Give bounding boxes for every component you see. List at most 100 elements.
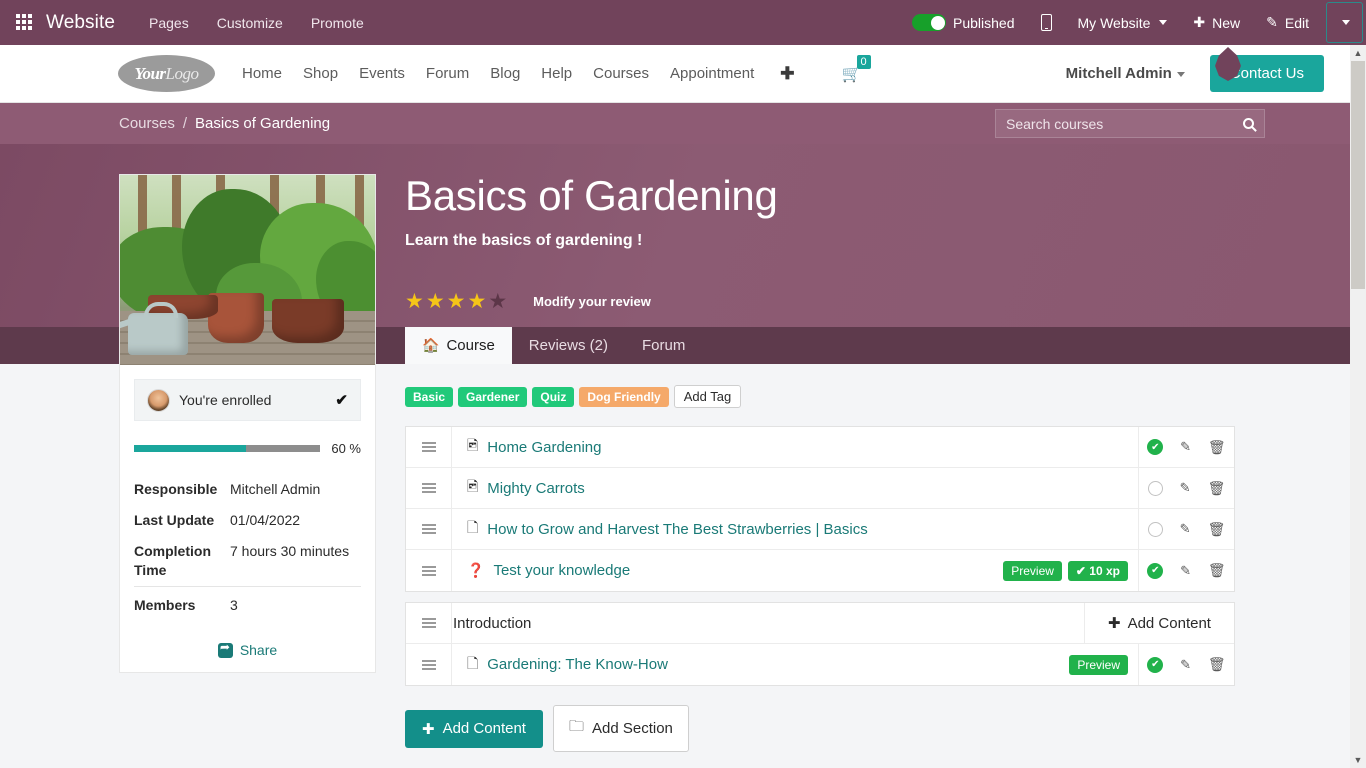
tab-reviews[interactable]: Reviews (2) [512, 327, 625, 364]
course-rating[interactable]: ★ ★ ★ ★ ★ Modify your review [405, 289, 651, 314]
add-content-button[interactable]: ✚ Add Content [405, 710, 543, 748]
pencil-icon[interactable]: ✎ [1180, 563, 1191, 579]
content-link[interactable]: Gardening: The Know-How [487, 656, 668, 673]
drag-handle[interactable] [406, 644, 452, 685]
table-row[interactable]: 🖻 Mighty Carrots ✎ 🗑 [406, 468, 1234, 509]
star-icon-2[interactable]: ★ [426, 289, 445, 314]
enrollment-status: You're enrolled ✔ [134, 379, 361, 421]
preview-badge[interactable]: Preview [1003, 561, 1062, 581]
published-switch[interactable] [912, 14, 946, 31]
table-row[interactable]: 🖻 Home Gardening ✔ ✎ 🗑 [406, 427, 1234, 468]
tab-forum[interactable]: Forum [625, 327, 702, 364]
drag-handle[interactable] [406, 468, 452, 508]
tag-dog-friendly[interactable]: Dog Friendly [579, 387, 668, 407]
content-link[interactable]: Home Gardening [487, 439, 601, 456]
topbar-more-button[interactable] [1326, 2, 1363, 43]
avatar [147, 389, 170, 412]
edit-button[interactable]: ✎ Edit [1253, 0, 1322, 45]
check-circle-icon[interactable] [1148, 522, 1163, 537]
search-input[interactable] [1006, 116, 1243, 132]
meta-key-completion-time: Completion Time [134, 536, 230, 586]
tag-quiz[interactable]: Quiz [532, 387, 574, 407]
app-name: Website [46, 12, 115, 34]
course-sidebar-card: You're enrolled ✔ 60 % Responsible Mitch… [119, 174, 376, 673]
meta-value-completion-time: 7 hours 30 minutes [230, 536, 361, 586]
trash-icon[interactable]: 🗑 [1208, 439, 1226, 456]
check-circle-icon[interactable]: ✔ [1147, 657, 1163, 673]
trash-icon[interactable]: 🗑 [1208, 521, 1226, 538]
tag-gardener[interactable]: Gardener [458, 387, 527, 407]
topbar-menu-pages[interactable]: Pages [149, 15, 189, 31]
preview-badge[interactable]: Preview [1069, 655, 1128, 675]
topbar-menu-promote[interactable]: Promote [311, 15, 364, 31]
trash-icon[interactable]: 🗑 [1208, 562, 1226, 579]
site-selector[interactable]: My Website [1065, 0, 1181, 45]
topbar-menu: Pages Customize Promote [149, 15, 364, 31]
star-icon-5[interactable]: ★ [488, 289, 507, 314]
tag-basic[interactable]: Basic [405, 387, 453, 407]
trash-icon[interactable]: 🗑 [1208, 480, 1226, 497]
image-document-icon: 🖻 [467, 435, 478, 459]
nav-item-blog[interactable]: Blog [490, 65, 520, 82]
check-circle-icon[interactable]: ✔ [1147, 439, 1163, 455]
cart-button[interactable]: 🛒 0 [842, 64, 862, 84]
published-toggle[interactable]: Published [899, 0, 1028, 45]
tab-course[interactable]: 🏠 Course [405, 327, 512, 364]
modify-review-link[interactable]: Modify your review [533, 294, 651, 309]
star-icon-1[interactable]: ★ [405, 289, 424, 314]
meta-key-last-update: Last Update [134, 505, 230, 536]
nav-item-courses[interactable]: Courses [593, 65, 649, 82]
site-logo[interactable]: YourLogo [118, 55, 215, 92]
section-add-content-button[interactable]: ✚ Add Content [1084, 603, 1234, 643]
chevron-up-icon[interactable]: ▲ [1350, 45, 1366, 61]
pencil-icon[interactable]: ✎ [1180, 439, 1191, 455]
pencil-icon[interactable]: ✎ [1180, 480, 1191, 496]
course-tags: Basic Gardener Quiz Dog Friendly Add Tag [405, 385, 1235, 408]
topbar-menu-customize[interactable]: Customize [217, 15, 283, 31]
trash-icon[interactable]: 🗑 [1208, 656, 1226, 673]
check-circle-icon[interactable]: ✔ [1147, 563, 1163, 579]
star-icon-3[interactable]: ★ [447, 289, 466, 314]
section-add-content-label: Add Content [1128, 615, 1211, 632]
pencil-icon[interactable]: ✎ [1180, 657, 1191, 673]
search-icon[interactable] [1243, 118, 1254, 129]
content-link[interactable]: Mighty Carrots [487, 480, 585, 497]
content-link[interactable]: Test your knowledge [493, 562, 630, 579]
nav-item-appointment[interactable]: Appointment [670, 65, 754, 82]
nav-item-shop[interactable]: Shop [303, 65, 338, 82]
scrollbar-thumb[interactable] [1351, 61, 1365, 289]
drag-handle[interactable] [406, 427, 452, 467]
nav-item-help[interactable]: Help [541, 65, 572, 82]
share-button[interactable]: Share [120, 642, 375, 658]
chevron-down-icon[interactable]: ▼ [1350, 752, 1366, 768]
table-row[interactable]: ❓ Test your knowledge Preview ✔ 10 xp ✔ … [406, 550, 1234, 591]
pencil-icon[interactable]: ✎ [1180, 521, 1191, 537]
vertical-scrollbar[interactable]: ▲ ▼ [1350, 45, 1366, 768]
content-link[interactable]: How to Grow and Harvest The Best Strawbe… [487, 521, 867, 538]
breadcrumb-courses[interactable]: Courses [119, 115, 175, 132]
add-tag-button[interactable]: Add Tag [674, 385, 741, 408]
drag-handle[interactable] [406, 550, 452, 591]
user-menu[interactable]: Mitchell Admin [1066, 65, 1185, 82]
check-circle-icon[interactable] [1148, 481, 1163, 496]
table-row: Responsible Mitchell Admin [134, 474, 361, 505]
course-search-box[interactable] [995, 109, 1265, 138]
table-row[interactable]: 🗋 How to Grow and Harvest The Best Straw… [406, 509, 1234, 550]
breadcrumb: Courses/Basics of Gardening [119, 115, 330, 132]
star-icon-4[interactable]: ★ [467, 289, 486, 314]
add-section-button[interactable]: 🗀 Add Section [553, 705, 689, 752]
new-label: New [1212, 15, 1240, 31]
row-badges: Preview [1069, 655, 1138, 675]
table-row[interactable]: 🗋 Gardening: The Know-How Preview ✔ ✎ 🗑 [406, 644, 1234, 685]
drag-handle[interactable] [406, 509, 452, 549]
nav-item-home[interactable]: Home [242, 65, 282, 82]
folder-icon: 🗀 [569, 716, 584, 741]
nav-item-events[interactable]: Events [359, 65, 405, 82]
new-button[interactable]: ✚ New [1180, 0, 1253, 45]
mobile-preview-button[interactable] [1028, 0, 1065, 45]
section-header: Introduction ✚ Add Content [406, 603, 1234, 644]
plus-icon[interactable]: ✚ [780, 64, 794, 84]
drag-handle[interactable] [406, 603, 452, 643]
nav-item-forum[interactable]: Forum [426, 65, 469, 82]
apps-grid-icon[interactable] [16, 14, 34, 32]
